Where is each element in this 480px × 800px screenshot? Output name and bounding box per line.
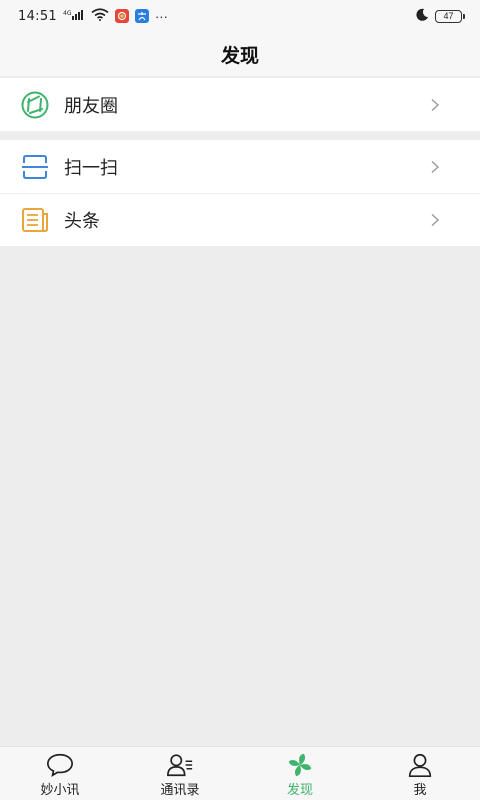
tab-label: 发现 — [286, 781, 313, 797]
moments-icon — [20, 90, 50, 120]
tab-label: 我 — [413, 781, 427, 797]
chevron-right-icon — [428, 213, 442, 227]
alipay-notification-icon — [134, 9, 149, 23]
menu-item-news[interactable]: 头条 — [0, 193, 480, 246]
discover-group-2: 扫一扫 头条 — [0, 140, 480, 246]
app-notification-icon — [114, 9, 129, 23]
header: 发现 — [0, 32, 480, 76]
wifi-icon — [91, 8, 109, 24]
page-title: 发现 — [220, 45, 259, 67]
news-icon — [20, 205, 50, 235]
chevron-right-icon — [428, 160, 442, 174]
tab-label: 妙小讯 — [40, 781, 80, 797]
tab-contacts[interactable]: 通讯录 — [120, 747, 240, 800]
contacts-icon — [166, 752, 194, 778]
bottom-tab-bar: 妙小讯 通讯录 发现 我 — [0, 746, 480, 800]
profile-icon — [406, 752, 434, 778]
svg-text:4G: 4G — [63, 10, 72, 17]
menu-item-label: 头条 — [64, 210, 100, 231]
menu-item-label: 朋友圈 — [64, 95, 118, 116]
tab-me[interactable]: 我 — [360, 747, 480, 800]
discover-pinwheel-icon — [286, 752, 314, 778]
tab-label: 通讯录 — [160, 781, 200, 797]
chevron-right-icon — [428, 98, 442, 112]
menu-item-label: 扫一扫 — [64, 157, 118, 178]
status-time: 14:51 — [18, 8, 57, 24]
menu-item-moments[interactable]: 朋友圈 — [0, 78, 480, 131]
tab-discover[interactable]: 发现 — [240, 747, 360, 800]
more-notifications-icon: ··· — [154, 8, 168, 24]
battery-level: 47 — [443, 11, 454, 21]
tab-messages[interactable]: 妙小讯 — [0, 747, 120, 800]
battery-indicator: 47 — [435, 9, 465, 23]
signal-icon: 4G — [63, 9, 85, 24]
chat-bubble-icon — [46, 752, 74, 778]
do-not-disturb-moon-icon — [415, 8, 429, 25]
discover-group-1: 朋友圈 — [0, 78, 480, 131]
status-bar: 14:51 4G ··· 47 — [0, 0, 480, 32]
scan-icon — [20, 152, 50, 182]
menu-item-scan[interactable]: 扫一扫 — [0, 140, 480, 193]
